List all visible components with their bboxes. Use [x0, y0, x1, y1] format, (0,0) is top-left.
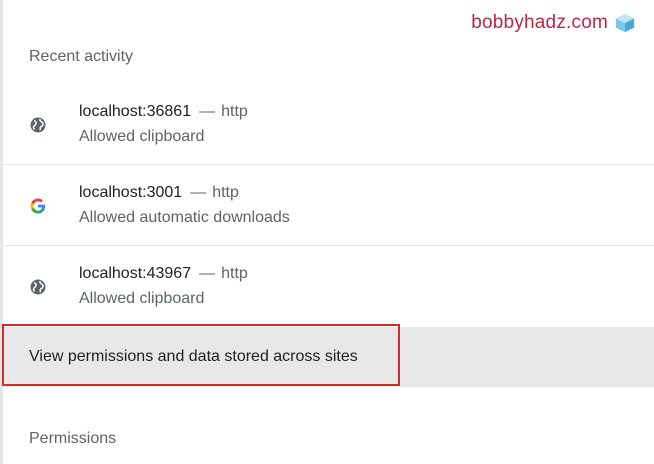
list-item[interactable]: localhost:43967 — http Allowed clipboard	[0, 246, 654, 326]
site-protocol: http	[221, 265, 248, 282]
globe-icon	[30, 117, 46, 133]
site-host: localhost:36861	[79, 103, 192, 120]
separator: —	[199, 265, 216, 282]
view-permissions-label: View permissions and data stored across …	[29, 348, 358, 365]
watermark-text: bobbyhadz.com	[471, 12, 608, 33]
view-permissions-button[interactable]: View permissions and data stored across …	[3, 327, 654, 387]
google-icon	[30, 198, 46, 214]
cube-icon	[615, 13, 635, 33]
activity-description: Allowed clipboard	[79, 128, 205, 145]
permissions-heading: Permissions	[29, 430, 117, 447]
site-protocol: http	[221, 103, 248, 120]
site-host: localhost:43967	[79, 265, 192, 282]
list-item[interactable]: localhost:36861 — http Allowed clipboard	[0, 84, 654, 165]
recent-activity-list: localhost:36861 — http Allowed clipboard l…	[0, 84, 654, 326]
globe-icon	[30, 279, 46, 295]
list-item[interactable]: localhost:3001 — http Allowed automatic do…	[0, 165, 654, 246]
activity-description: Allowed automatic downloads	[79, 209, 290, 226]
separator: —	[199, 103, 216, 120]
separator: —	[190, 184, 207, 201]
site-host: localhost:3001	[79, 184, 183, 201]
watermark: bobbyhadz.com	[471, 12, 636, 34]
site-protocol: http	[212, 184, 239, 201]
activity-description: Allowed clipboard	[79, 290, 205, 307]
recent-activity-heading: Recent activity	[29, 48, 134, 65]
